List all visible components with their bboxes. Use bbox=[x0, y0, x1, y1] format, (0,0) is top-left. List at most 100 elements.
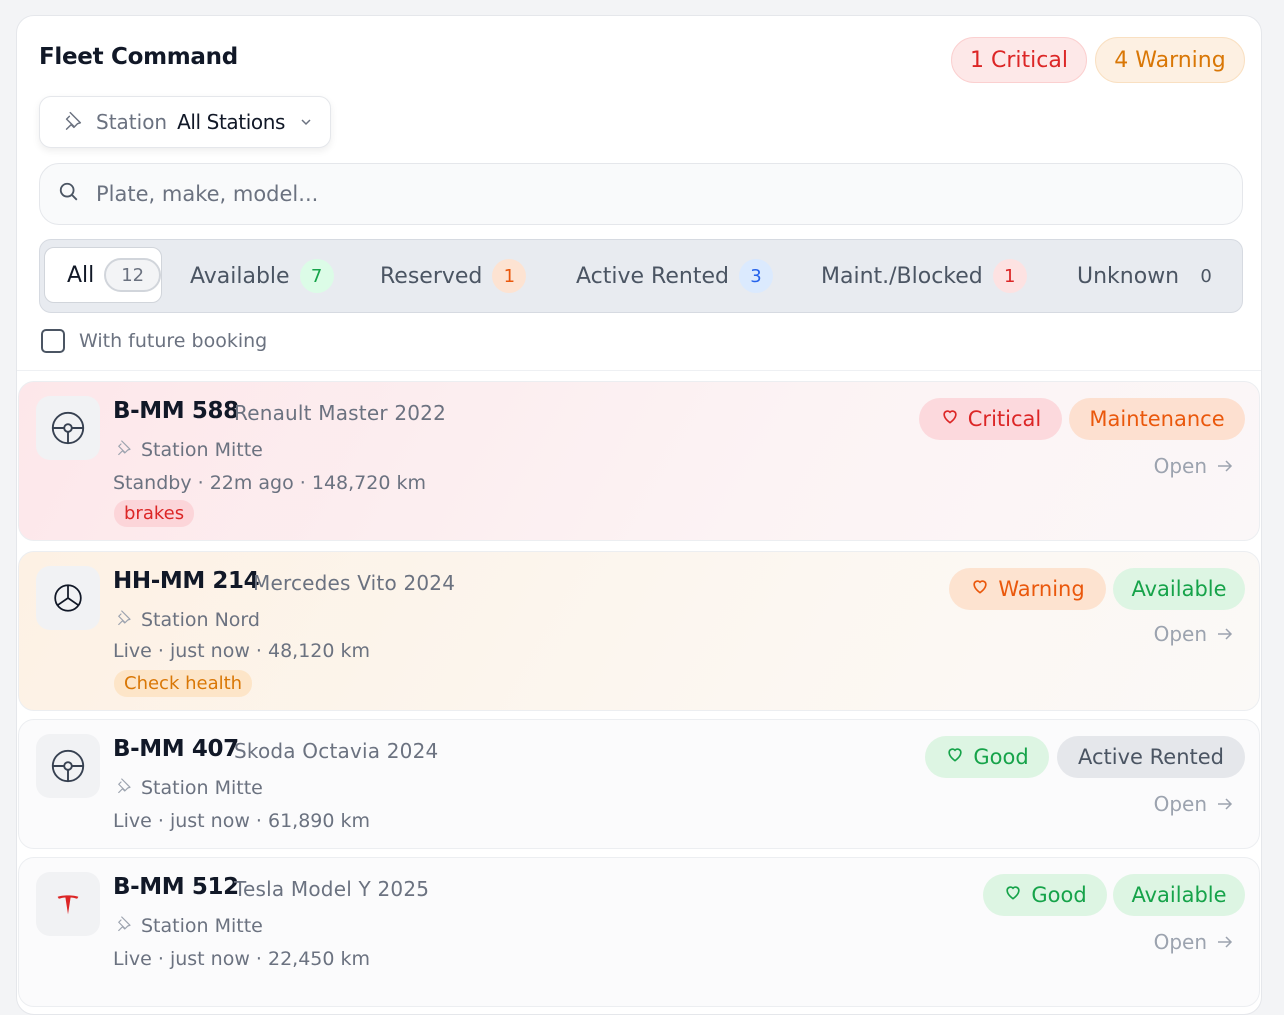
search-icon bbox=[58, 181, 80, 207]
vehicle-station: Station Nord bbox=[115, 608, 260, 631]
tab-label: Available bbox=[190, 263, 290, 289]
vehicle-plate: HH-MM 214 bbox=[113, 568, 260, 594]
issue-tag: Check health bbox=[114, 670, 253, 697]
station-name: Station Mitte bbox=[141, 776, 263, 799]
mileage: 22,450 km bbox=[267, 948, 371, 970]
health-label: Warning bbox=[998, 577, 1085, 601]
open-label: Open bbox=[1153, 930, 1207, 954]
tab-label: Unknown bbox=[1077, 263, 1180, 289]
vehicle-card[interactable]: B-MM 512 Tesla Model Y 2025 Station Mitt… bbox=[18, 857, 1260, 1007]
vehicle-model: Skoda Octavia 2024 bbox=[234, 739, 439, 763]
vehicle-meta: Standby · 22m ago · 148,720 km bbox=[113, 472, 426, 494]
critical-summary-badge[interactable]: 1 Critical bbox=[951, 37, 1087, 83]
mileage: 61,890 km bbox=[267, 810, 371, 832]
tab-maint-blocked[interactable]: Maint./Blocked 1 bbox=[821, 240, 1027, 312]
station-select[interactable]: Station All Stations bbox=[39, 96, 331, 148]
issue-tag: brakes bbox=[114, 500, 195, 527]
vehicle-card[interactable]: B-MM 588 Renault Master 2022 Station Mit… bbox=[18, 381, 1260, 541]
status-tabs: All 12 Available 7 Reserved 1 Active Ren… bbox=[39, 239, 1243, 313]
tab-available[interactable]: Available 7 bbox=[190, 240, 334, 312]
open-link[interactable]: Open bbox=[1154, 454, 1233, 478]
tab-count: 0 bbox=[1200, 265, 1212, 287]
future-booking-filter[interactable]: With future booking bbox=[41, 329, 267, 353]
station-name: Station Mitte bbox=[141, 914, 263, 937]
vehicle-plate: B-MM 512 bbox=[113, 874, 239, 900]
vehicle-plate: B-MM 588 bbox=[113, 398, 239, 424]
heart-icon bbox=[940, 398, 960, 440]
mercedes-logo-icon bbox=[36, 566, 100, 630]
arrow-right-icon bbox=[1217, 454, 1233, 478]
tab-label: Active Rented bbox=[576, 263, 729, 289]
pin-icon bbox=[115, 776, 133, 799]
open-link[interactable]: Open bbox=[1154, 792, 1233, 816]
mileage: 48,120 km bbox=[267, 640, 371, 662]
tab-unknown[interactable]: Unknown 0 bbox=[1077, 240, 1223, 312]
chevron-down-icon bbox=[299, 110, 313, 134]
pin-icon bbox=[115, 914, 133, 937]
health-badge: Warning bbox=[949, 568, 1106, 610]
availability-badge: Maintenance bbox=[1069, 398, 1245, 440]
search-box[interactable] bbox=[39, 163, 1243, 225]
heart-icon bbox=[1003, 874, 1023, 916]
heart-icon bbox=[970, 568, 990, 610]
health-badge: Good bbox=[983, 874, 1107, 916]
vehicle-meta: Live · just now · 61,890 km bbox=[113, 810, 371, 832]
search-input[interactable] bbox=[96, 182, 1096, 206]
station-name: Station Nord bbox=[141, 608, 260, 631]
station-select-value: All Stations bbox=[177, 110, 285, 134]
health-badge: Good bbox=[925, 736, 1049, 778]
health-label: Good bbox=[973, 745, 1029, 769]
open-label: Open bbox=[1153, 454, 1207, 478]
vehicle-model: Mercedes Vito 2024 bbox=[253, 571, 456, 595]
last-update: just now bbox=[169, 948, 250, 970]
health-label: Critical bbox=[967, 407, 1042, 431]
pin-icon bbox=[115, 438, 133, 461]
open-link[interactable]: Open bbox=[1154, 930, 1233, 954]
vehicle-station: Station Mitte bbox=[115, 776, 263, 799]
pin-icon bbox=[62, 109, 84, 136]
vehicle-meta: Live · just now · 22,450 km bbox=[113, 948, 371, 970]
vehicle-plate: B-MM 407 bbox=[113, 736, 239, 762]
tab-label: Maint./Blocked bbox=[821, 263, 983, 289]
health-badge: Critical bbox=[919, 398, 1062, 440]
vehicle-card[interactable]: HH-MM 214 Mercedes Vito 2024 Station Nor… bbox=[18, 551, 1260, 711]
tab-count: 1 bbox=[992, 259, 1027, 293]
vehicle-station: Station Mitte bbox=[115, 914, 263, 937]
renault-logo-icon bbox=[36, 396, 100, 460]
tab-active-rented[interactable]: Active Rented 3 bbox=[576, 240, 773, 312]
availability-badge: Active Rented bbox=[1057, 736, 1245, 778]
tab-count: 7 bbox=[299, 259, 334, 293]
vehicle-station: Station Mitte bbox=[115, 438, 263, 461]
fleet-panel: Fleet Command 1 Critical 4 Warning Stati… bbox=[16, 15, 1262, 1015]
future-booking-label: With future booking bbox=[79, 330, 268, 352]
heart-icon bbox=[945, 736, 965, 778]
arrow-right-icon bbox=[1217, 792, 1233, 816]
station-select-label: Station bbox=[96, 110, 168, 134]
tesla-logo-icon bbox=[36, 872, 100, 936]
health-label: Good bbox=[1031, 883, 1087, 907]
tab-reserved[interactable]: Reserved 1 bbox=[380, 240, 527, 312]
vehicle-model: Renault Master 2022 bbox=[234, 401, 447, 425]
arrow-right-icon bbox=[1217, 622, 1233, 646]
arrow-right-icon bbox=[1217, 930, 1233, 954]
tab-all[interactable]: All 12 bbox=[44, 247, 162, 303]
tab-count: 1 bbox=[492, 259, 527, 293]
open-label: Open bbox=[1153, 622, 1207, 646]
last-update: 22m ago bbox=[209, 472, 294, 494]
steering-wheel-icon bbox=[36, 734, 100, 798]
warning-summary-badge[interactable]: 4 Warning bbox=[1095, 37, 1245, 83]
open-link[interactable]: Open bbox=[1154, 622, 1233, 646]
telemetry-status: Live bbox=[113, 640, 152, 662]
telemetry-status: Standby bbox=[113, 472, 192, 494]
availability-badge: Available bbox=[1113, 568, 1245, 610]
vehicle-card[interactable]: B-MM 407 Skoda Octavia 2024 Station Mitt… bbox=[18, 719, 1260, 849]
station-name: Station Mitte bbox=[141, 438, 263, 461]
last-update: just now bbox=[169, 640, 250, 662]
tab-count: 3 bbox=[738, 259, 773, 293]
future-booking-checkbox[interactable] bbox=[41, 329, 65, 353]
vehicle-meta: Live · just now · 48,120 km bbox=[113, 640, 371, 662]
tab-label: All bbox=[67, 262, 95, 288]
tab-count: 12 bbox=[104, 258, 161, 292]
divider bbox=[17, 370, 1261, 371]
mileage: 148,720 km bbox=[311, 472, 426, 494]
